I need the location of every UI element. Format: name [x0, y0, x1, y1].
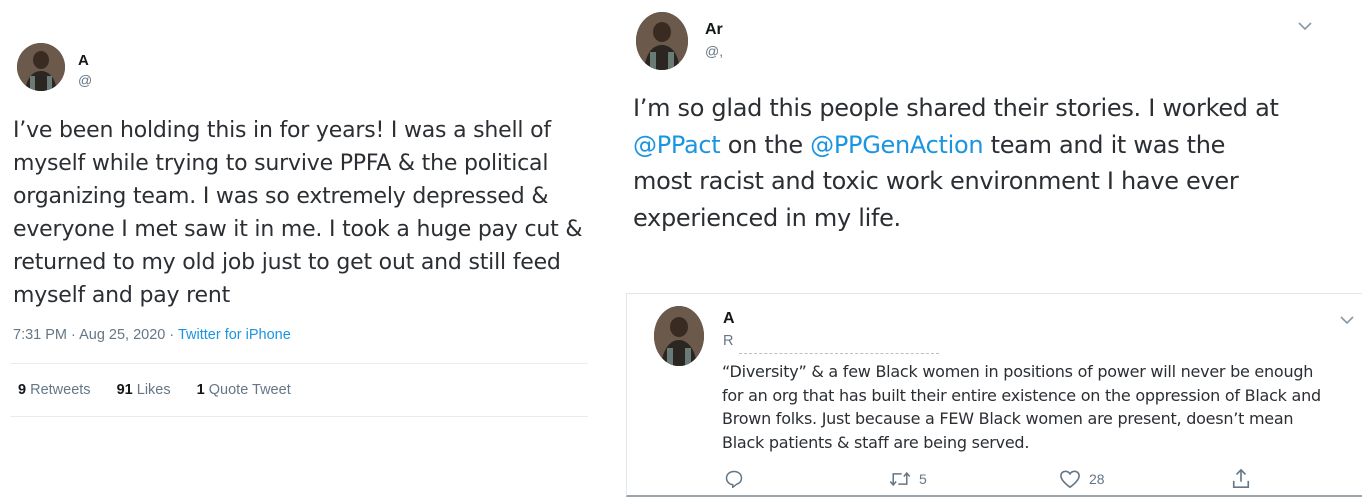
tweet-text: I’ve been holding this in for years! I w… — [13, 114, 603, 312]
display-name[interactable]: A — [78, 52, 89, 69]
retweet-count: 5 — [919, 471, 927, 487]
likes-stat[interactable]: 91 Likes — [117, 382, 171, 398]
tweet-text-line: myself and pay rent — [13, 283, 231, 308]
chevron-down-icon[interactable] — [1297, 18, 1313, 34]
reply-tweet[interactable]: A R “Diversity” & a few Black women in p… — [626, 293, 1362, 497]
tweet-text-line: everyone I met saw it in me. I took a hu… — [13, 217, 583, 242]
tweet-text-fragment: team and it was the — [983, 130, 1226, 159]
user-handle[interactable]: @, — [705, 43, 723, 59]
reply-button[interactable] — [724, 468, 744, 490]
redacted-text — [739, 352, 939, 354]
user-avatar-icon — [17, 43, 65, 91]
screenshot-page: A @ I’ve been holding this in for years!… — [0, 0, 1365, 501]
chevron-down-icon[interactable] — [1339, 312, 1355, 328]
avatar[interactable] — [17, 43, 65, 91]
reply-icon — [725, 470, 743, 489]
reply-to-handle[interactable]: R — [723, 333, 733, 349]
quote-tweets-count: 1 — [196, 382, 205, 398]
divider — [10, 416, 588, 417]
like-count: 28 — [1089, 471, 1105, 487]
share-button[interactable] — [1231, 468, 1251, 490]
tweet-text-line: Black patients & staff are being served. — [722, 432, 1030, 452]
retweets-label: Retweets — [30, 382, 91, 398]
likes-label: Likes — [136, 382, 171, 398]
tweet-metadata: 7:31 PM · Aug 25, 2020 · Twitter for iPh… — [13, 327, 291, 343]
left-tweet: A @ I’ve been holding this in for years!… — [0, 0, 600, 501]
tweet-text-line: “Diversity” & a few Black women in posit… — [722, 362, 1314, 381]
tweet-timestamp[interactable]: 7:31 PM · Aug 25, 2020 · — [13, 327, 178, 343]
tweet-stats: 9 Retweets 91 Likes 1 Quote Tweet — [18, 382, 313, 398]
mention-link[interactable]: @PPact — [633, 131, 721, 159]
tweet-text-line: organizing team. I was so extremely depr… — [13, 184, 549, 209]
likes-count: 91 — [116, 382, 133, 398]
tweet-text-line: returned to my old job just to get out a… — [13, 250, 561, 275]
tweet-source-link[interactable]: Twitter for iPhone — [178, 327, 291, 343]
quote-tweets-label: Quote Tweet — [208, 382, 291, 398]
tweet-text-fragment: on the — [720, 130, 811, 159]
tweet-text: “Diversity” & a few Black women in posit… — [722, 360, 1357, 454]
user-avatar-icon — [636, 12, 688, 70]
avatar[interactable] — [636, 12, 688, 70]
retweets-count: 9 — [18, 382, 27, 398]
display-name[interactable]: Ar — [705, 21, 723, 39]
retweets-stat[interactable]: 9 Retweets — [18, 382, 91, 398]
heart-icon — [1060, 470, 1080, 488]
tweet-text-line: I’ve been holding this in for years! I w… — [13, 118, 551, 143]
tweet-text-line: for an org that has built their entire e… — [722, 385, 1321, 405]
tweet-text-line: I’m so glad this people shared their sto… — [633, 94, 1279, 122]
tweet-text-line: Brown folks. Just because a FEW Black wo… — [722, 409, 1294, 428]
like-button[interactable]: 28 — [1059, 468, 1105, 490]
tweet-text-line: most racist and toxic work environment I… — [633, 167, 1239, 195]
quote-tweets-stat[interactable]: 1 Quote Tweet — [197, 382, 291, 398]
divider — [10, 363, 588, 364]
mention-link[interactable]: @PPGenAction — [810, 131, 983, 159]
user-avatar-icon — [654, 306, 704, 366]
retweet-icon — [889, 471, 911, 487]
user-handle[interactable]: @ — [78, 72, 92, 88]
tweet-text-line: experienced in my life. — [633, 203, 901, 232]
retweet-button[interactable]: 5 — [889, 468, 927, 490]
share-icon — [1232, 468, 1250, 488]
display-name[interactable]: A — [723, 310, 735, 328]
tweet-text-line: myself while trying to survive PPFA & th… — [13, 151, 549, 176]
tweet-text: I’m so glad this people shared their sto… — [633, 90, 1333, 236]
tweet-text-line: @PPact on the @PPGenAction team and it w… — [633, 127, 1333, 164]
avatar[interactable] — [654, 306, 704, 366]
